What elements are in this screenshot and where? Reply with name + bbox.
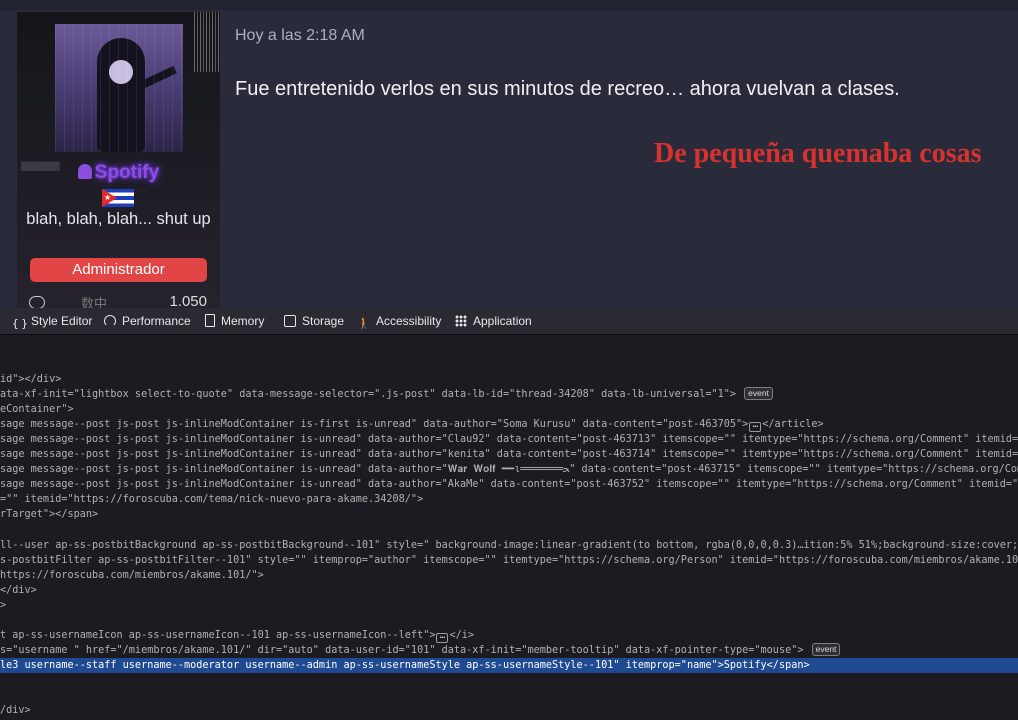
markup-line[interactable] bbox=[0, 673, 1018, 688]
tab-accessibility[interactable]: Accessibility bbox=[357, 308, 441, 334]
markup-line[interactable]: sage message--post js-post js-inlineModC… bbox=[0, 477, 1018, 492]
role-banner: Administrador bbox=[30, 258, 207, 282]
tab-label: Performance bbox=[122, 314, 191, 328]
username[interactable]: Spotify bbox=[17, 162, 220, 184]
markup-line[interactable]: ll--user ap-ss-postbitBackground ap-ss-p… bbox=[0, 538, 1018, 553]
forum-post: ▒▒▒▒▒▒▒▒ Spotify ★ blah, blah, blah... s… bbox=[0, 0, 1018, 308]
event-badge[interactable]: event bbox=[744, 387, 773, 400]
markup-line[interactable]: id"></div> bbox=[0, 372, 1018, 387]
tab-label: Accessibility bbox=[376, 314, 442, 328]
tab-memory[interactable]: Memory bbox=[205, 308, 264, 334]
collapsed-ellipsis-button[interactable]: … bbox=[749, 421, 762, 432]
message-bubble-icon bbox=[29, 296, 45, 308]
markup-line-selected[interactable]: le3 username--staff username--moderator … bbox=[0, 658, 1018, 673]
post-body: Fue entretenido verlos en sus minutos de… bbox=[235, 78, 900, 100]
braces-icon bbox=[12, 317, 25, 330]
user-title: blah, blah, blah... shut up bbox=[26, 210, 211, 228]
tab-style-editor[interactable]: Style Editor bbox=[12, 308, 92, 334]
tab-label: Memory bbox=[221, 314, 265, 328]
memory-icon bbox=[205, 314, 215, 327]
markup-line[interactable]: sage message--post js-post js-inlineModC… bbox=[0, 417, 1018, 432]
post-divider bbox=[0, 0, 1018, 10]
ghost-icon bbox=[77, 164, 92, 179]
message-count: 1.050 bbox=[169, 293, 207, 308]
markup-line[interactable]: s-postbitFilter ap-ss-postbitFilter--101… bbox=[0, 553, 1018, 568]
tab-storage[interactable]: Storage bbox=[284, 308, 344, 334]
flag-star-icon: ★ bbox=[104, 193, 112, 202]
markup-line[interactable]: sage message--post js-post js-inlineModC… bbox=[0, 462, 1018, 477]
application-grid-icon bbox=[455, 315, 467, 327]
markup-line[interactable] bbox=[0, 522, 1018, 537]
markup-line[interactable]: ="" itemid="https://foroscuba.com/tema/n… bbox=[0, 492, 1018, 507]
post-timestamp[interactable]: Hoy a las 2:18 AM bbox=[235, 27, 365, 45]
markup-line[interactable]: https://foroscuba.com/miembros/akame.101… bbox=[0, 568, 1018, 583]
avatar[interactable] bbox=[55, 24, 183, 152]
gauge-icon bbox=[104, 315, 116, 327]
barcode-decoration bbox=[194, 12, 220, 72]
stat-glyph: 数中 bbox=[81, 296, 108, 308]
storage-icon bbox=[284, 315, 296, 327]
tab-application[interactable]: Application bbox=[455, 308, 532, 334]
markup-line[interactable]: </div> bbox=[0, 583, 1018, 598]
markup-line[interactable]: sage message--post js-post js-inlineModC… bbox=[0, 432, 1018, 447]
markup-line[interactable] bbox=[0, 613, 1018, 628]
inspector-markup-view[interactable]: id"></div> ata-xf-init="lightbox select-… bbox=[0, 335, 1018, 720]
markup-line[interactable]: sage message--post js-post js-inlineModC… bbox=[0, 447, 1018, 462]
tab-label: Application bbox=[473, 314, 532, 328]
user-postbit: ▒▒▒▒▒▒▒▒ Spotify ★ blah, blah, blah... s… bbox=[17, 12, 220, 308]
markup-line[interactable]: /div> bbox=[0, 703, 1018, 718]
markup-line[interactable]: t ap-ss-usernameIcon ap-ss-usernameIcon-… bbox=[0, 628, 1018, 643]
markup-line[interactable]: > bbox=[0, 598, 1018, 613]
accessibility-icon bbox=[357, 317, 370, 330]
markup-line[interactable]: rTarget"></span> bbox=[0, 507, 1018, 522]
tab-label: Storage bbox=[302, 314, 345, 328]
tab-label: Style Editor bbox=[31, 314, 93, 328]
collapsed-ellipsis-button[interactable]: … bbox=[436, 632, 449, 643]
markup-line[interactable]: s="username " href="/miembros/akame.101/… bbox=[0, 643, 1018, 658]
tab-performance[interactable]: Performance bbox=[104, 308, 191, 334]
markup-line[interactable]: eContainer"> bbox=[0, 402, 1018, 417]
cuba-flag-icon: ★ bbox=[102, 189, 134, 207]
event-badge[interactable]: event bbox=[811, 643, 841, 656]
avatar-rain-overlay bbox=[55, 24, 183, 152]
devtools-tab-bar: Style Editor Performance Memory Storage … bbox=[0, 308, 1018, 335]
username-text[interactable]: Spotify bbox=[95, 162, 159, 183]
signature: De pequeña quemaba cosas bbox=[654, 138, 982, 169]
markup-line[interactable]: ata-xf-init="lightbox select-to-quote" d… bbox=[0, 387, 1018, 402]
message-stats: 数中 1.050 bbox=[29, 293, 209, 308]
